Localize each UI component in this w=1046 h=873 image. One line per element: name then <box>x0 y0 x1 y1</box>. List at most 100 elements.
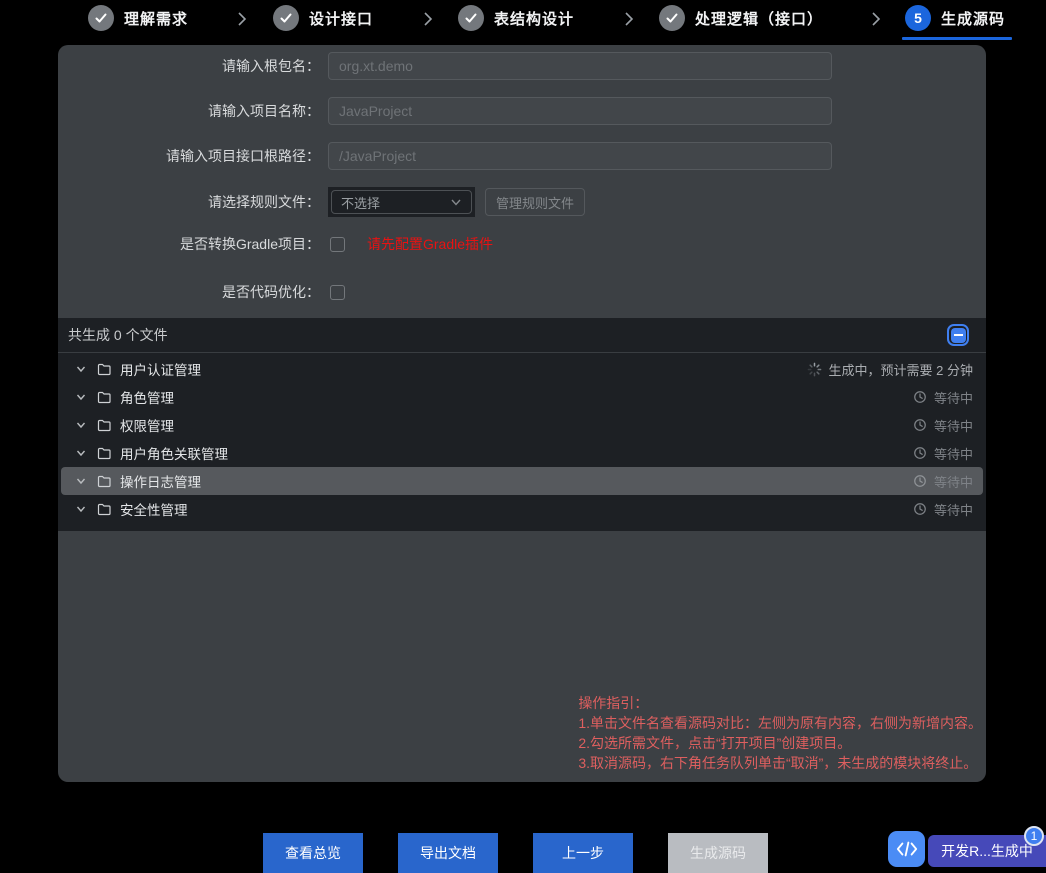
step-label: 设计接口 <box>309 10 374 28</box>
folder-icon <box>97 419 112 432</box>
rule-file-select-wrap: 不选择 <box>328 187 475 217</box>
chevron-down-icon[interactable] <box>75 363 87 375</box>
generate-source-button[interactable]: 生成源码 <box>668 833 768 873</box>
step-label: 生成源码 <box>941 10 1006 28</box>
gradle-convert-checkbox[interactable] <box>330 236 345 252</box>
spinner-icon <box>807 362 821 376</box>
rule-file-selected-value: 不选择 <box>341 195 381 211</box>
guide-title: 操作指引： <box>578 695 649 711</box>
step-arrow-icon <box>235 11 249 27</box>
step-design-interface[interactable]: 设计接口 <box>273 5 373 31</box>
generated-files-section: 共生成 0 个文件 用户认证管理 生成中，预计需要 2 分钟 角色管理 等待中 <box>58 318 986 531</box>
file-row-role[interactable]: 角色管理 等待中 <box>61 383 983 411</box>
chevron-down-icon[interactable] <box>75 419 87 431</box>
previous-step-button[interactable]: 上一步 <box>533 833 633 873</box>
file-row-operation-log[interactable]: 操作日志管理 等待中 <box>61 467 983 495</box>
status-text: 生成中，预计需要 2 分钟 <box>828 362 973 378</box>
step-number-badge: 5 <box>905 5 931 31</box>
clock-icon <box>914 391 926 403</box>
step-done-icon <box>458 5 484 31</box>
folder-name: 安全性管理 <box>120 503 188 518</box>
step-table-design[interactable]: 表结构设计 <box>458 5 574 31</box>
manage-rule-files-button[interactable]: 管理规则文件 <box>485 188 585 216</box>
clock-icon <box>914 419 926 431</box>
guide-line-3: 3.取消源码，右下角任务队列单击“取消”，未生成的模块将终止。 <box>578 755 978 771</box>
step-label: 处理逻辑（接口） <box>695 10 824 28</box>
check-icon <box>280 13 292 23</box>
check-icon <box>95 13 107 23</box>
collapse-list-button[interactable] <box>947 324 969 346</box>
api-root-input[interactable] <box>328 142 832 170</box>
code-icon <box>896 841 917 857</box>
code-optimize-checkbox[interactable] <box>330 284 345 300</box>
file-count-summary: 共生成 0 个文件 <box>68 327 168 343</box>
minus-icon <box>950 327 966 343</box>
form-row-package: 请输入根包名： <box>58 52 832 80</box>
step-arrow-icon <box>421 11 435 27</box>
guide-line-2: 2.勾选所需文件，点击“打开项目”创建项目。 <box>578 735 852 751</box>
form-row-gradle: 是否转换Gradle项目： 请先配置Gradle插件 <box>58 234 493 254</box>
step-done-icon <box>88 5 114 31</box>
stepper: 理解需求 设计接口 表结构设计 处理逻辑（接口） 5 生成源码 <box>0 0 1046 45</box>
status-text: 等待中 <box>933 502 973 518</box>
folder-icon <box>97 363 112 376</box>
task-count-badge: 1 <box>1024 826 1044 846</box>
check-icon <box>465 13 477 23</box>
file-row-user-role-relation[interactable]: 用户角色关联管理 等待中 <box>61 439 983 467</box>
step-label: 表结构设计 <box>494 10 575 28</box>
generate-source-panel: 请输入根包名： 请输入项目名称： 请输入项目接口根路径： 请选择规则文件： 不选… <box>58 45 986 782</box>
active-step-underline <box>902 37 1013 40</box>
clock-icon <box>914 447 926 459</box>
gradle-warning-text: 请先配置Gradle插件 <box>367 236 494 252</box>
folder-icon <box>97 391 112 404</box>
rule-file-label: 请选择规则文件： <box>208 194 320 210</box>
chevron-down-icon <box>451 199 461 206</box>
file-row-permission[interactable]: 权限管理 等待中 <box>61 411 983 439</box>
guide-line-1: 1.单击文件名查看源码对比：左侧为原有内容，右侧为新增内容。 <box>578 715 982 731</box>
status-text: 等待中 <box>933 418 973 434</box>
folder-name: 操作日志管理 <box>120 475 201 490</box>
rule-file-select[interactable]: 不选择 <box>331 190 472 214</box>
step-process-logic[interactable]: 处理逻辑（接口） <box>659 5 823 31</box>
clock-icon <box>914 503 926 515</box>
step-done-icon <box>659 5 685 31</box>
file-list-header: 共生成 0 个文件 <box>58 318 986 353</box>
package-label: 请输入根包名： <box>222 58 320 74</box>
row-status: 生成中，预计需要 2 分钟 <box>807 360 973 379</box>
check-icon <box>666 13 678 23</box>
chevron-down-icon[interactable] <box>75 503 87 515</box>
chevron-down-icon[interactable] <box>75 447 87 459</box>
code-panel-button[interactable] <box>888 831 925 867</box>
form-row-rule-file: 请选择规则文件： 不选择 管理规则文件 <box>58 187 585 217</box>
folder-name: 角色管理 <box>120 391 174 406</box>
step-understand-requirements[interactable]: 理解需求 <box>88 5 188 31</box>
package-input[interactable] <box>328 52 832 80</box>
row-status: 等待中 <box>913 388 973 407</box>
folder-icon <box>97 503 112 516</box>
file-row-security[interactable]: 安全性管理 等待中 <box>61 495 983 523</box>
chevron-down-icon[interactable] <box>75 475 87 487</box>
step-label: 理解需求 <box>124 10 189 28</box>
folder-name: 权限管理 <box>120 419 174 434</box>
project-name-label: 请输入项目名称： <box>208 103 320 119</box>
step-arrow-icon <box>622 11 636 27</box>
status-text: 等待中 <box>933 390 973 406</box>
view-overview-button[interactable]: 查看总览 <box>263 833 363 873</box>
folder-icon <box>97 475 112 488</box>
status-text: 等待中 <box>933 474 973 490</box>
gradle-convert-label: 是否转换Gradle项目： <box>179 236 320 252</box>
export-doc-button[interactable]: 导出文档 <box>398 833 498 873</box>
clock-icon <box>914 475 926 487</box>
row-status: 等待中 <box>913 472 973 491</box>
form-row-api-root: 请输入项目接口根路径： <box>58 142 832 170</box>
form-row-project: 请输入项目名称： <box>58 97 832 125</box>
folder-name: 用户角色关联管理 <box>120 447 228 462</box>
form-row-optimize: 是否代码优化： <box>58 282 345 302</box>
chevron-down-icon[interactable] <box>75 391 87 403</box>
code-optimize-label: 是否代码优化： <box>222 284 320 300</box>
step-arrow-icon <box>869 11 883 27</box>
step-generate-source[interactable]: 5 生成源码 <box>902 5 1013 40</box>
file-row-user-auth[interactable]: 用户认证管理 生成中，预计需要 2 分钟 <box>61 355 983 383</box>
project-name-input[interactable] <box>328 97 832 125</box>
api-root-label: 请输入项目接口根路径： <box>166 148 320 164</box>
